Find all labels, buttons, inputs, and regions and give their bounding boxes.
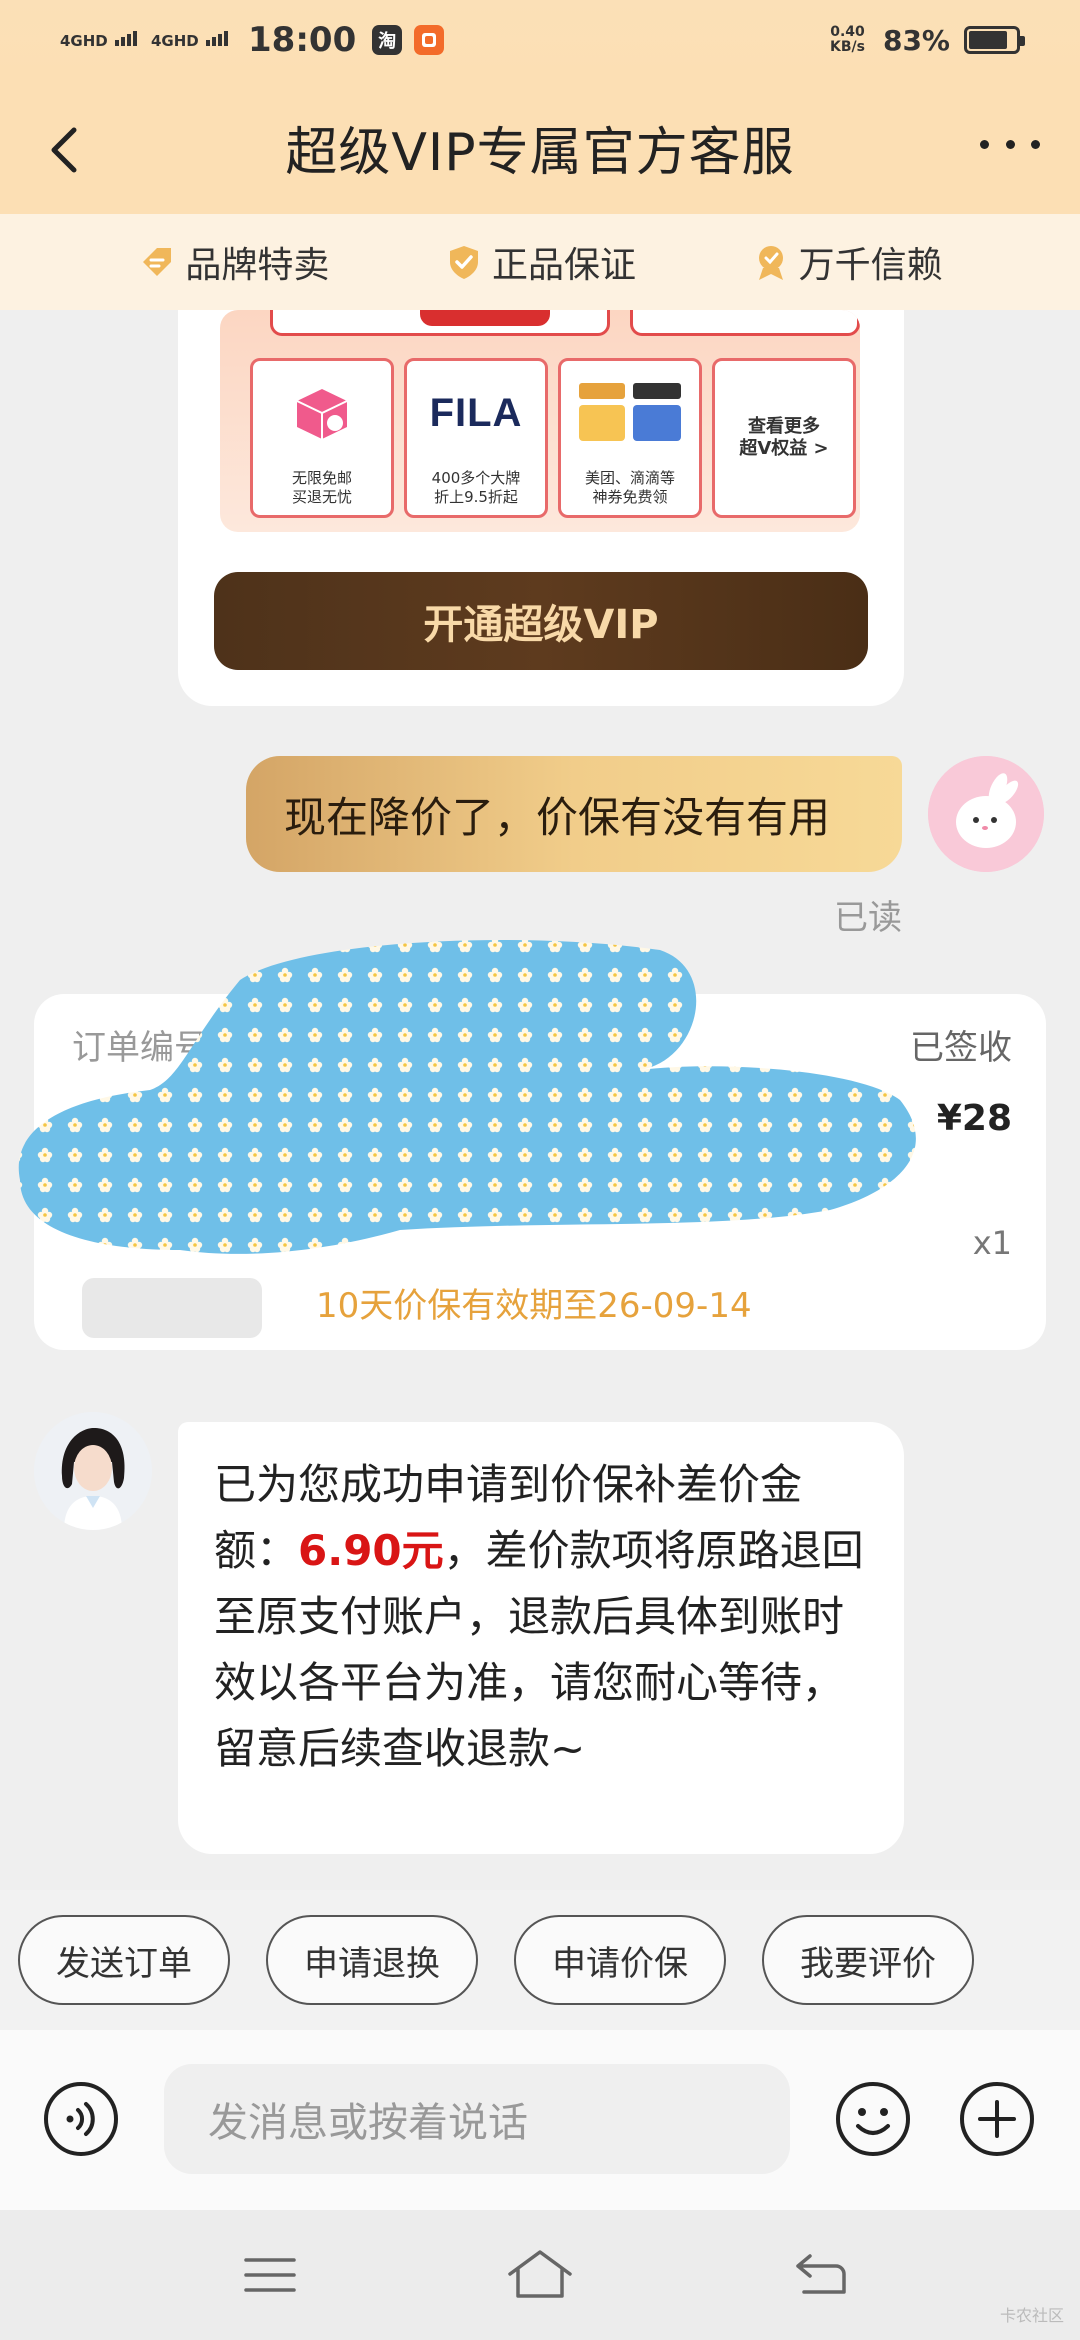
quick-actions-bar: 发送订单 申请退换 申请价保 我要评价: [0, 1890, 1080, 2030]
menu-icon[interactable]: [240, 2250, 300, 2300]
benefit-text: 400多个大牌 折上9.5折起: [431, 469, 521, 506]
trust-item-brand-sale: 品牌特卖: [137, 236, 329, 288]
net-speed-value: 0.40: [830, 24, 865, 40]
product-thumbnail: [82, 1278, 262, 1338]
trust-item-genuine: 正品保证: [444, 236, 636, 288]
network-speed: 0.40 KB/s: [830, 25, 865, 55]
app-notification-icon: [414, 25, 445, 55]
battery-icon: [964, 26, 1025, 54]
signal-bars-icon: [115, 31, 139, 49]
apply-price-protect-button[interactable]: 申请价保: [514, 1915, 726, 2005]
user-avatar[interactable]: [928, 756, 1044, 872]
benefit-free-coupons[interactable]: 美团、滴滴等 神券免费领: [558, 358, 702, 518]
package-icon: [296, 389, 348, 439]
order-number-label: 订单编号: [72, 1028, 208, 1068]
signal-bars-icon: [206, 31, 230, 49]
back-arrow-icon[interactable]: [36, 120, 96, 180]
taobao-notification-icon: 淘: [372, 25, 403, 55]
message-input-bar: 发消息或按着说话: [0, 2030, 1080, 2210]
agent-avatar[interactable]: [34, 1412, 152, 1530]
watermark: 卡农社区: [999, 2306, 1064, 2325]
trust-label: 万千信赖: [798, 245, 943, 286]
tag-icon: [143, 248, 172, 276]
vip-benefits-panel: 无限免邮 买退无忧 FILA 400多个大牌 折上9.5折起 美团、滴滴等 神券免费领: [220, 310, 860, 532]
emoji-icon[interactable]: [834, 2080, 912, 2158]
order-status: 已签收: [910, 1028, 1012, 1068]
apply-return-button[interactable]: 申请退换: [266, 1915, 478, 2005]
order-quantity: x1: [972, 1224, 1012, 1262]
order-card[interactable]: 订单编号 已签收 ¥28 x1 10天价保有效期至26-09-14: [34, 994, 1046, 1350]
benefit-text: 查看更多 超V权益 >: [739, 416, 829, 459]
sim1-label: 4GHD: [60, 32, 108, 50]
plus-icon[interactable]: [958, 2080, 1036, 2158]
voice-icon[interactable]: [42, 2080, 120, 2158]
benefit-free-shipping[interactable]: 无限免邮 买退无忧: [250, 358, 394, 518]
system-nav-bar: 卡农社区: [0, 2210, 1080, 2340]
agent-message-bubble[interactable]: 已为您成功申请到价保补差价金额：6.90元，差价款项将原路退回至原支付账户，退款…: [178, 1422, 904, 1854]
view-more-benefits[interactable]: 查看更多 超V权益 >: [712, 358, 856, 518]
home-icon[interactable]: [504, 2246, 576, 2302]
back-icon[interactable]: [790, 2248, 850, 2300]
vip-promo-card: 无限免邮 买退无忧 FILA 400多个大牌 折上9.5折起 美团、滴滴等 神券免费领: [178, 250, 904, 706]
benefit-brand-discount[interactable]: FILA 400多个大牌 折上9.5折起: [404, 358, 548, 518]
battery-percent: 83%: [882, 23, 950, 57]
trust-item-trusted: 万千信赖: [751, 236, 943, 288]
outgoing-message-bubble[interactable]: 现在降价了，价保有没有有用: [246, 756, 902, 872]
net-speed-unit: KB/s: [830, 39, 865, 55]
trust-label: 品牌特卖: [185, 245, 330, 286]
coupon-cards-icon: [579, 383, 681, 441]
refund-amount: 6.90元: [298, 1526, 444, 1575]
signal-sim1: 4GHD: [60, 31, 139, 49]
open-vip-button[interactable]: 开通超级VIP: [214, 572, 868, 670]
more-options-icon[interactable]: [970, 124, 1050, 164]
fila-logo: FILA: [429, 391, 523, 435]
page-title: 超级VIP专属官方客服: [285, 122, 795, 183]
chat-header: 超级VIP专属官方客服: [0, 80, 1080, 214]
order-price: ¥28: [936, 1098, 1012, 1139]
trust-bar: 品牌特卖 正品保证 万千信赖: [0, 214, 1080, 310]
benefit-text: 美团、滴滴等 神券免费领: [584, 469, 675, 506]
shield-check-icon: [449, 246, 478, 279]
medal-icon: [758, 246, 783, 280]
sim2-label: 4GHD: [151, 32, 199, 50]
message-input[interactable]: 发消息或按着说话: [164, 2064, 790, 2174]
signal-sim2: 4GHD: [151, 31, 230, 49]
status-bar: 4GHD 4GHD 18:00 淘 0.40 KB/s 83%: [0, 0, 1080, 80]
read-receipt: 已读: [834, 898, 902, 938]
trust-label: 正品保证: [491, 245, 636, 286]
write-review-button[interactable]: 我要评价: [762, 1915, 974, 2005]
send-order-button[interactable]: 发送订单: [18, 1915, 230, 2005]
vip-coupon-strip: [270, 310, 860, 340]
price-protect-note: 10天价保有效期至26-09-14: [316, 1286, 752, 1326]
clock: 18:00: [248, 20, 357, 60]
benefit-text: 无限免邮 买退无忧: [291, 469, 352, 506]
